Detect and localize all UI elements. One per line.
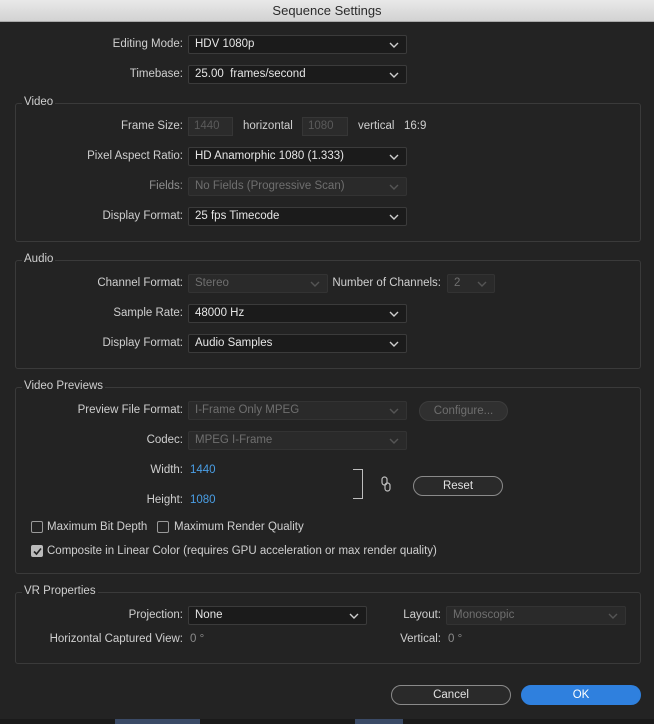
audio-display-format-value: Audio Samples	[195, 337, 273, 349]
chevron-down-icon	[389, 306, 401, 321]
fields-label: Fields:	[149, 180, 183, 192]
audio-group-title: Audio	[22, 253, 56, 265]
layout-dropdown: Monoscopic	[446, 606, 626, 625]
sample-rate-label: Sample Rate:	[113, 307, 183, 319]
preview-file-format-value: I-Frame Only MPEG	[195, 404, 300, 416]
audio-display-format-dropdown[interactable]: Audio Samples	[188, 334, 407, 353]
chevron-down-icon	[310, 276, 322, 291]
vertical-label: vertical	[358, 120, 395, 132]
preview-width-value[interactable]: 1440	[190, 464, 216, 476]
link-icon[interactable]	[380, 476, 392, 492]
window-title: Sequence Settings	[272, 3, 382, 18]
pixel-aspect-label: Pixel Aspect Ratio:	[87, 150, 183, 162]
chevron-down-icon	[389, 67, 401, 82]
window-titlebar: Sequence Settings	[0, 0, 654, 22]
vertical-view-value: 0 °	[448, 633, 463, 645]
sample-rate-dropdown[interactable]: 48000 Hz	[188, 304, 407, 323]
timebase-label: Timebase:	[129, 68, 183, 80]
chevron-down-icon	[349, 608, 361, 623]
checkmark-icon	[33, 547, 42, 556]
codec-value: MPEG I-Frame	[195, 434, 273, 446]
horizontal-view-value: 0 °	[190, 633, 205, 645]
bottom-background-strip	[0, 719, 654, 724]
composite-linear-checkbox[interactable]	[31, 545, 43, 557]
pixel-aspect-dropdown[interactable]: HD Anamorphic 1080 (1.333)	[188, 147, 407, 166]
channel-format-dropdown: Stereo	[188, 274, 328, 293]
preview-height-value[interactable]: 1080	[190, 494, 216, 506]
preview-height-label: Height:	[146, 494, 183, 506]
configure-button: Configure...	[419, 401, 508, 421]
chevron-down-icon	[389, 179, 401, 194]
aspect-ratio-text: 16:9	[404, 120, 427, 132]
editing-mode-value: HDV 1080p	[195, 38, 255, 50]
num-channels-value: 2	[454, 277, 461, 289]
frame-height-field: 1080	[302, 117, 348, 136]
ok-button[interactable]: OK	[521, 685, 641, 705]
projection-value: None	[195, 609, 223, 621]
codec-dropdown: MPEG I-Frame	[188, 431, 407, 450]
num-channels-label: Number of Channels:	[332, 277, 441, 289]
video-display-format-label: Display Format:	[102, 210, 183, 222]
timebase-value: 25.00 frames/second	[195, 68, 306, 80]
reset-button[interactable]: Reset	[413, 476, 503, 496]
max-bit-depth-checkbox[interactable]	[31, 521, 43, 533]
sample-rate-value: 48000 Hz	[195, 307, 245, 319]
layout-label: Layout:	[403, 609, 441, 621]
chevron-down-icon	[608, 608, 620, 623]
preview-file-format-label: Preview File Format:	[77, 404, 183, 416]
audio-display-format-label: Display Format:	[102, 337, 183, 349]
chevron-down-icon	[389, 433, 401, 448]
fields-value: No Fields (Progressive Scan)	[195, 180, 345, 192]
video-previews-group-title: Video Previews	[22, 380, 106, 392]
layout-value: Monoscopic	[453, 609, 515, 621]
chevron-down-icon	[389, 403, 401, 418]
composite-linear-label: Composite in Linear Color (requires GPU …	[47, 545, 437, 557]
cancel-button[interactable]: Cancel	[391, 685, 511, 705]
link-bracket	[353, 469, 363, 499]
chevron-down-icon	[477, 276, 489, 291]
video-display-format-value: 25 fps Timecode	[195, 210, 280, 222]
chevron-down-icon	[389, 149, 401, 164]
pixel-aspect-value: HD Anamorphic 1080 (1.333)	[195, 150, 344, 162]
chevron-down-icon	[389, 209, 401, 224]
num-channels-dropdown: 2	[447, 274, 495, 293]
editing-mode-dropdown[interactable]: HDV 1080p	[188, 35, 407, 54]
video-group-title: Video	[22, 96, 56, 108]
channel-format-value: Stereo	[195, 277, 229, 289]
chevron-down-icon	[389, 336, 401, 351]
chevron-down-icon	[389, 37, 401, 52]
codec-label: Codec:	[146, 434, 183, 446]
frame-width-field: 1440	[188, 117, 233, 136]
preview-width-label: Width:	[150, 464, 183, 476]
editing-mode-label: Editing Mode:	[112, 38, 183, 50]
vr-properties-group	[15, 592, 641, 664]
fields-dropdown: No Fields (Progressive Scan)	[188, 177, 407, 196]
channel-format-label: Channel Format:	[97, 277, 183, 289]
preview-file-format-dropdown: I-Frame Only MPEG	[188, 401, 407, 420]
projection-label: Projection:	[128, 609, 183, 621]
vertical-view-label: Vertical:	[400, 633, 441, 645]
horizontal-label: horizontal	[243, 120, 293, 132]
timebase-dropdown[interactable]: 25.00 frames/second	[188, 65, 407, 84]
video-display-format-dropdown[interactable]: 25 fps Timecode	[188, 207, 407, 226]
frame-size-label: Frame Size:	[121, 120, 183, 132]
horizontal-view-label: Horizontal Captured View:	[49, 633, 183, 645]
max-bit-depth-label: Maximum Bit Depth	[47, 521, 148, 533]
max-render-quality-label: Maximum Render Quality	[174, 521, 304, 533]
projection-dropdown[interactable]: None	[188, 606, 367, 625]
max-render-quality-checkbox[interactable]	[157, 521, 169, 533]
vr-properties-group-title: VR Properties	[22, 585, 98, 597]
